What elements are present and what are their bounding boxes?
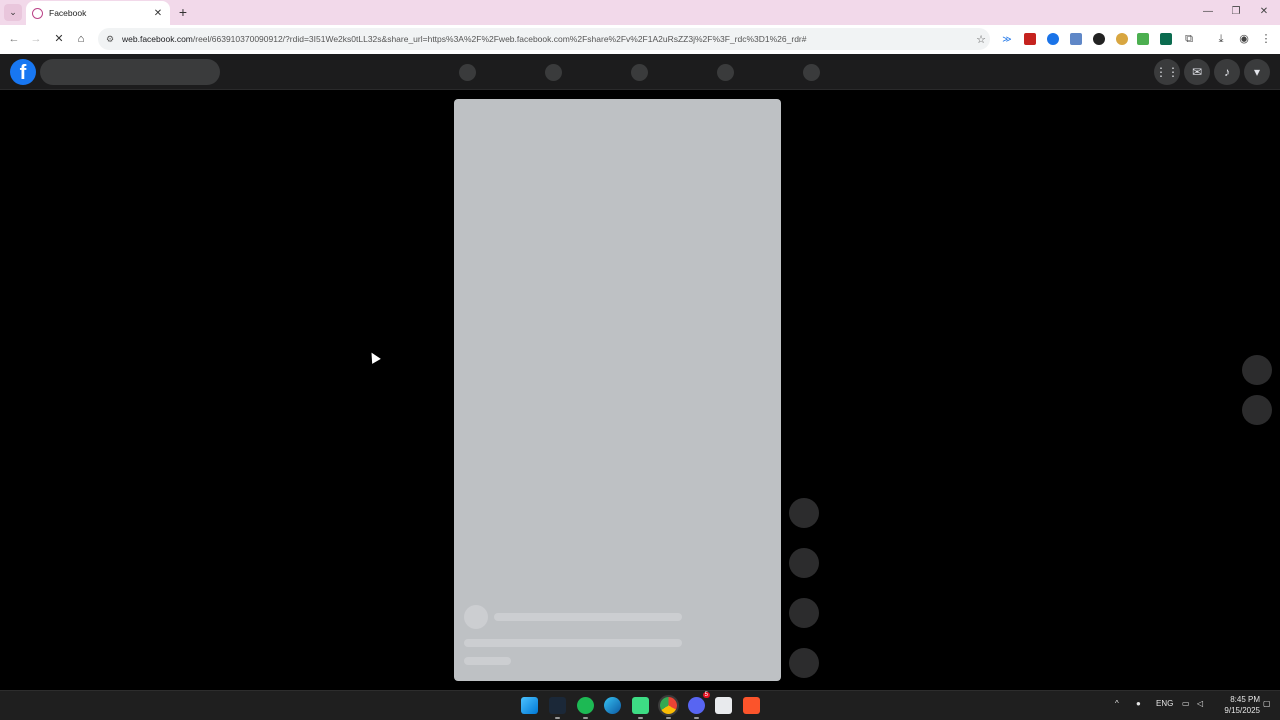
tab-close-icon[interactable]: ✕ xyxy=(152,8,164,19)
language-indicator[interactable]: ENG xyxy=(1156,699,1173,708)
edge-icon[interactable] xyxy=(604,697,621,714)
notifications-bell-icon[interactable]: ♪ xyxy=(1214,59,1240,85)
downloads-icon[interactable]: ⤓ xyxy=(1214,32,1228,46)
forward-icon[interactable]: → xyxy=(28,31,44,47)
address-url[interactable]: web.facebook.com/reel/663910370090912/?r… xyxy=(122,34,972,44)
extensions-puzzle-icon[interactable]: ⧉ xyxy=(1182,32,1196,46)
system-clock[interactable]: 8:45 PM 9/15/2025 xyxy=(1212,694,1260,716)
chrome-menu-icon[interactable]: ⋮ xyxy=(1259,32,1273,46)
extension-red-icon[interactable] xyxy=(1024,33,1036,45)
minimize-icon[interactable]: — xyxy=(1194,4,1222,20)
microphone-icon[interactable]: ● xyxy=(1136,699,1141,708)
nav-placeholder-5[interactable] xyxy=(803,64,820,81)
tray-chevron-up-icon[interactable]: ^ xyxy=(1115,699,1119,708)
address-bar[interactable]: ⚙ web.facebook.com/reel/663910370090912/… xyxy=(98,28,990,50)
clock-time: 8:45 PM xyxy=(1230,695,1260,704)
mouse-cursor-icon xyxy=(367,350,381,364)
next-reel-button[interactable] xyxy=(1242,395,1272,425)
chrome-icon[interactable] xyxy=(660,697,677,719)
volume-icon[interactable]: ◁ xyxy=(1197,699,1203,708)
nav-placeholder-4[interactable] xyxy=(717,64,734,81)
reel-action-placeholder-comment[interactable] xyxy=(789,548,819,578)
browser-tab-strip: ⌄ Facebook ✕ + — ❐ ✕ xyxy=(0,0,1280,25)
windows-taskbar: 5 ^ ● ENG ▭ ◁ 8:45 PM 9/15/2025 ▢ xyxy=(0,690,1280,720)
facebook-logo[interactable]: f xyxy=(10,59,36,85)
nav-placeholder-2[interactable] xyxy=(545,64,562,81)
skeleton-avatar xyxy=(464,605,488,629)
clock-date: 9/15/2025 xyxy=(1224,706,1260,715)
reel-video-placeholder[interactable] xyxy=(454,99,781,681)
extension-panda-icon[interactable] xyxy=(1093,33,1105,45)
reel-action-placeholder-more[interactable] xyxy=(789,648,819,678)
back-icon[interactable]: ← xyxy=(6,31,22,47)
skeleton-line xyxy=(494,613,682,621)
tab-title: Facebook xyxy=(49,8,87,18)
tab-search-chevron-icon[interactable]: ⌄ xyxy=(4,4,22,21)
network-icon[interactable]: ▭ xyxy=(1182,699,1190,708)
extension-video-icon[interactable] xyxy=(1070,33,1082,45)
notepad-icon[interactable] xyxy=(715,697,732,714)
facebook-search-placeholder[interactable] xyxy=(40,59,220,85)
stop-loading-icon[interactable]: ✕ xyxy=(51,31,67,47)
spotify-icon[interactable] xyxy=(577,697,594,719)
site-info-icon[interactable]: ⚙ xyxy=(106,34,120,45)
bookmark-star-icon[interactable]: ☆ xyxy=(972,33,990,46)
new-tab-icon[interactable]: + xyxy=(175,4,191,20)
messenger-icon[interactable]: ✉ xyxy=(1184,59,1210,85)
brave-icon[interactable] xyxy=(743,697,760,714)
discord-icon[interactable]: 5 xyxy=(688,692,710,719)
steam-icon[interactable] xyxy=(549,697,566,719)
restore-icon[interactable]: ❐ xyxy=(1222,4,1250,20)
nav-placeholder-3[interactable] xyxy=(631,64,648,81)
close-window-icon[interactable]: ✕ xyxy=(1250,4,1278,20)
skeleton-line xyxy=(464,657,511,665)
extension-audio-icon[interactable]: ≫ xyxy=(1001,33,1013,45)
nav-placeholder-1[interactable] xyxy=(459,64,476,81)
android-studio-icon[interactable] xyxy=(632,697,649,719)
facebook-header: f ⋮⋮ ✉ ♪ ▾ xyxy=(0,54,1280,90)
home-icon[interactable]: ⌂ xyxy=(73,31,89,47)
discord-badge: 5 xyxy=(702,692,710,698)
browser-toolbar: ← → ✕ ⌂ ⚙ web.facebook.com/reel/66391037… xyxy=(0,25,1280,54)
reel-action-placeholder-share[interactable] xyxy=(789,598,819,628)
browser-tab[interactable]: Facebook ✕ xyxy=(26,1,170,25)
previous-reel-button[interactable] xyxy=(1242,355,1272,385)
extension-cookie-icon[interactable] xyxy=(1116,33,1128,45)
notification-center-icon[interactable]: ▢ xyxy=(1263,699,1271,708)
skeleton-line xyxy=(464,639,682,647)
extension-chart-icon[interactable] xyxy=(1160,33,1172,45)
windows-start-icon[interactable] xyxy=(521,697,538,714)
menu-grid-icon[interactable]: ⋮⋮ xyxy=(1154,59,1180,85)
reel-action-placeholder-like[interactable] xyxy=(789,498,819,528)
extension-blue-icon[interactable] xyxy=(1047,33,1059,45)
profile-avatar[interactable]: ◉ xyxy=(1237,32,1251,46)
account-dropdown-icon[interactable]: ▾ xyxy=(1244,59,1270,85)
loading-favicon-icon xyxy=(32,7,43,19)
extension-green-icon[interactable] xyxy=(1137,33,1149,45)
